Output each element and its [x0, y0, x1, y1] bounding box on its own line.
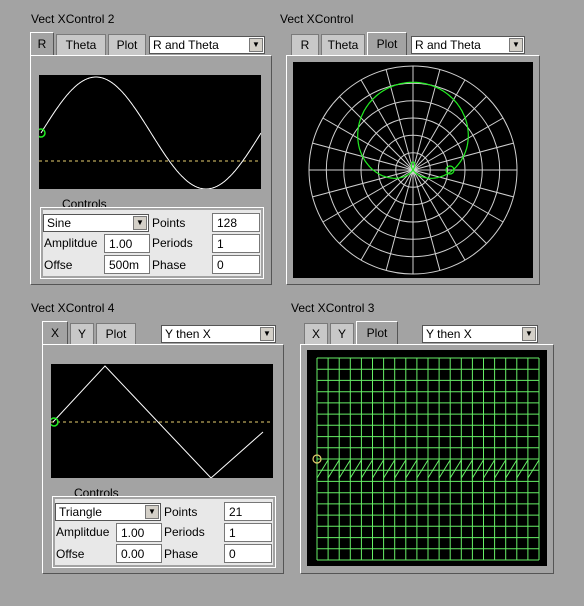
chevron-down-icon[interactable]: ▼: [133, 216, 147, 230]
polar-grid-spoke: [339, 96, 414, 171]
vx4-tab-plot[interactable]: Plot: [96, 323, 136, 345]
vx3-tab-plot[interactable]: Plot: [356, 321, 398, 345]
chevron-down-icon[interactable]: ▼: [522, 327, 536, 341]
vx2-tab-r[interactable]: R: [30, 32, 54, 56]
vx3-grid: [316, 357, 540, 561]
vx2-cursor-marker: [39, 128, 46, 138]
vx4-phase-label: Phase: [164, 547, 199, 561]
vx4-periods-label: Periods: [164, 525, 205, 539]
vx3-sawtooth-trace: [316, 458, 540, 480]
vx4-offset-field[interactable]: 0.00: [116, 544, 162, 563]
vx2-periods-label: Periods: [152, 236, 193, 250]
polar-grid-spoke: [412, 79, 466, 171]
vx2-sine-trace: [40, 76, 261, 189]
polar-grid-spoke: [339, 169, 414, 244]
vx2-waveform-value: Sine: [47, 216, 72, 230]
vx4-waveform-select[interactable]: Triangle ▼: [55, 503, 161, 521]
chevron-down-icon[interactable]: ▼: [145, 505, 159, 519]
vx-mode-select-value: R and Theta: [415, 38, 481, 52]
vx3-mode-select[interactable]: Y then X ▼: [422, 325, 538, 343]
vx2-amplitude-label: Amplitdue: [44, 236, 98, 250]
polar-grid-spoke: [360, 169, 414, 261]
polar-grid-spoke: [412, 96, 487, 171]
chevron-down-icon[interactable]: ▼: [509, 38, 523, 52]
polar-grid-spoke: [412, 117, 504, 171]
vx2-title: Vect XControl 2: [31, 12, 115, 26]
polar-grid-spoke: [412, 169, 466, 261]
vx2-points-field[interactable]: 128: [212, 213, 260, 232]
vx3-mode-select-value: Y then X: [426, 327, 472, 341]
polar-grid-spoke: [360, 79, 414, 171]
vx2-phase-field[interactable]: 0: [212, 255, 260, 274]
vx4-title: Vect XControl 4: [31, 301, 115, 315]
vx-tab-plot[interactable]: Plot: [367, 32, 407, 56]
vx2-tab-theta[interactable]: Theta: [56, 34, 106, 56]
chevron-down-icon[interactable]: ▼: [249, 38, 263, 52]
vx4-waveform-plot: [51, 364, 273, 478]
vx2-points-label: Points: [152, 216, 186, 230]
vx4-offset-label: Offse: [56, 547, 85, 561]
vx2-waveform-select[interactable]: Sine ▼: [43, 214, 149, 232]
vx-title: Vect XControl: [280, 12, 354, 26]
vx3-tab-x[interactable]: X: [304, 323, 328, 345]
vx2-mode-select[interactable]: R and Theta ▼: [149, 36, 265, 54]
vx-tab-theta[interactable]: Theta: [321, 34, 365, 56]
vx-tab-r[interactable]: R: [291, 34, 319, 56]
chevron-down-icon[interactable]: ▼: [260, 327, 274, 341]
vx4-amplitude-label: Amplitdue: [56, 525, 110, 539]
vx2-waveform-plot: [39, 75, 261, 189]
vx-mode-select[interactable]: R and Theta ▼: [411, 36, 525, 54]
vx2-mode-select-value: R and Theta: [153, 38, 219, 52]
vx2-offset-field[interactable]: 500m: [104, 255, 150, 274]
vx2-offset-label: Offse: [44, 258, 73, 272]
vx2-phase-label: Phase: [152, 258, 187, 272]
vx2-periods-field[interactable]: 1: [212, 234, 260, 253]
vx4-tab-x[interactable]: X: [42, 321, 68, 345]
vx4-tab-y[interactable]: Y: [70, 323, 94, 345]
vx4-amplitude-field[interactable]: 1.00: [116, 523, 162, 542]
vx-polar-plot: [293, 62, 533, 278]
vx3-tab-y[interactable]: Y: [330, 323, 354, 345]
vx4-points-label: Points: [164, 505, 198, 519]
polar-grid-spoke: [322, 117, 414, 171]
vx4-periods-field[interactable]: 1: [224, 523, 272, 542]
vx4-mode-select[interactable]: Y then X ▼: [161, 325, 276, 343]
vx3-title: Vect XControl 3: [291, 301, 375, 315]
polar-grid-spoke: [412, 169, 487, 244]
vx2-tab-plot[interactable]: Plot: [108, 34, 146, 56]
vx2-amplitude-field[interactable]: 1.00: [104, 234, 150, 253]
vx4-mode-select-value: Y then X: [165, 327, 211, 341]
vx4-phase-field[interactable]: 0: [224, 544, 272, 563]
vx4-points-field[interactable]: 21: [224, 502, 272, 521]
vx3-xy-plot: [307, 350, 547, 566]
vx4-waveform-value: Triangle: [59, 505, 102, 519]
